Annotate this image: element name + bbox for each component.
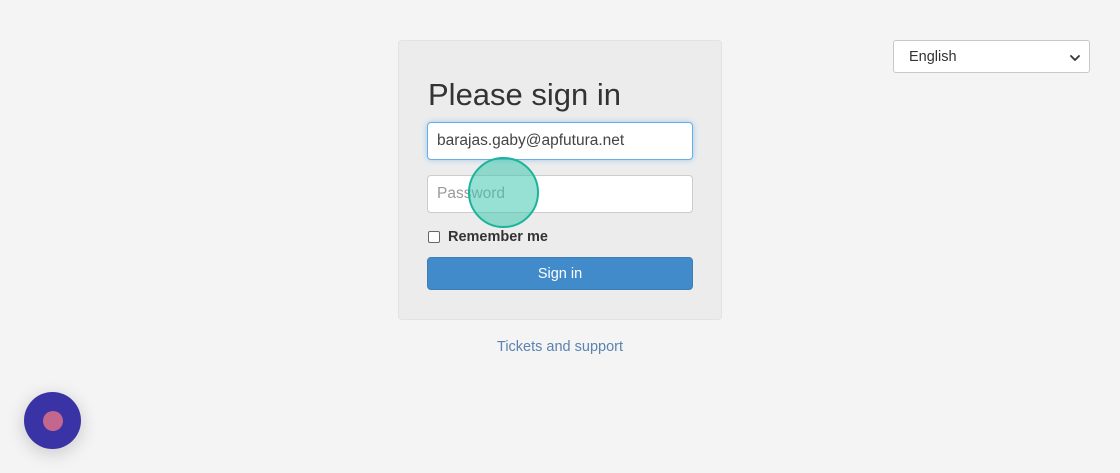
remember-me-checkbox[interactable]: Remember me bbox=[428, 229, 548, 245]
chat-dot-icon bbox=[42, 410, 63, 431]
password-field[interactable] bbox=[427, 175, 693, 213]
language-select[interactable]: English bbox=[893, 40, 1090, 73]
chevron-down-icon bbox=[1069, 51, 1081, 63]
page-title: Please sign in bbox=[428, 77, 622, 112]
page: Please sign in Remember me Sign in Ticke… bbox=[0, 0, 1120, 473]
checkbox-box[interactable] bbox=[428, 231, 440, 243]
chat-bubble-icon[interactable] bbox=[24, 392, 81, 449]
login-card: Please sign in Remember me Sign in bbox=[398, 40, 722, 320]
tickets-support-link[interactable]: Tickets and support bbox=[440, 339, 680, 355]
language-select-value: English bbox=[909, 48, 957, 65]
remember-me-label: Remember me bbox=[448, 229, 548, 245]
sign-in-button[interactable]: Sign in bbox=[427, 257, 693, 290]
email-field[interactable] bbox=[427, 122, 693, 160]
